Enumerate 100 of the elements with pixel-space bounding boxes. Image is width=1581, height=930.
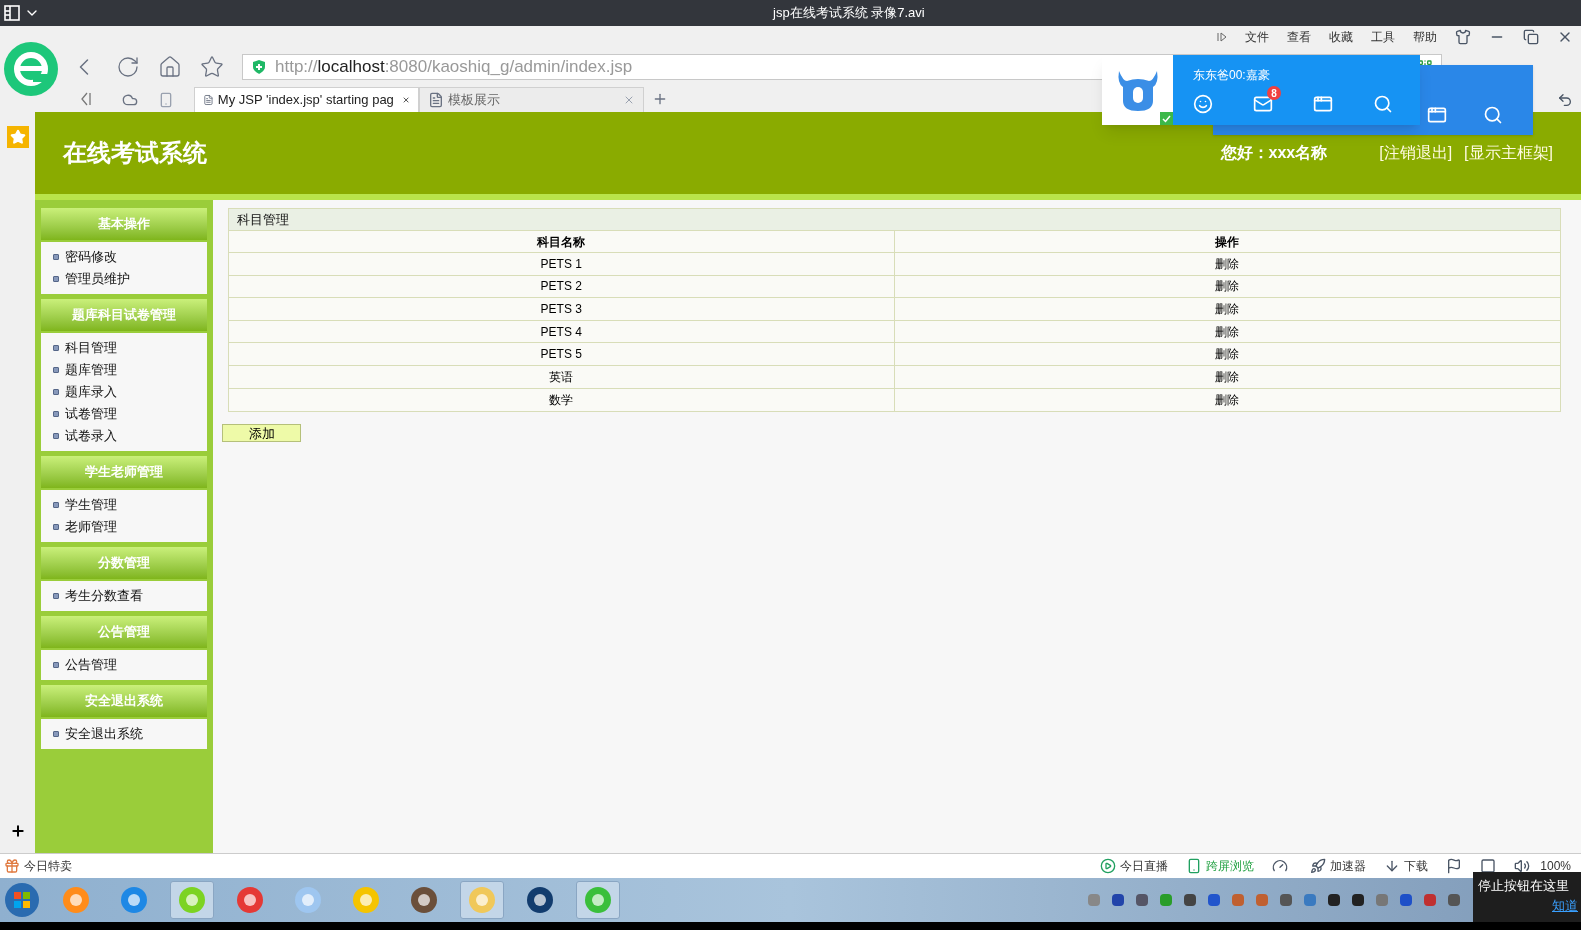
bullet-icon — [53, 502, 59, 508]
tooltip-link[interactable]: 知道 — [1552, 895, 1578, 915]
menu-item[interactable]: 帮助 — [1413, 28, 1437, 46]
delete-link[interactable]: 删除 — [1215, 322, 1240, 341]
greeting-text: 您好：xxx名称 — [1220, 143, 1328, 163]
bullet-icon — [53, 433, 59, 439]
system-title: 在线考试系统 — [63, 137, 207, 169]
status-link[interactable]: 跨屏浏览 — [1206, 857, 1255, 875]
column-header: 科目名称 — [229, 231, 895, 253]
panel-title: 科目管理 — [237, 210, 289, 229]
delete-link[interactable]: 删除 — [1215, 367, 1240, 386]
bullet-icon — [53, 524, 59, 530]
browser-logo-icon — [3, 41, 59, 97]
sidebar-toggle-icon[interactable] — [1217, 32, 1227, 42]
add-icon[interactable] — [9, 823, 26, 839]
bullet-icon — [53, 276, 59, 282]
table-cell: PETS 4 — [229, 320, 895, 344]
gauge-icon[interactable] — [1272, 858, 1289, 874]
skin-icon[interactable] — [1455, 29, 1471, 45]
bullet-icon — [53, 662, 59, 668]
sidebar-link[interactable]: 管理员维护 — [65, 269, 130, 289]
tray-icon[interactable] — [1446, 892, 1462, 908]
menu-item[interactable]: 工具 — [1371, 28, 1395, 46]
delete-link[interactable]: 删除 — [1215, 390, 1240, 409]
status-link[interactable]: 加速器 — [1330, 857, 1367, 875]
rocket-icon — [1310, 858, 1327, 874]
favorites-icon[interactable] — [6, 126, 29, 148]
bullet-icon — [53, 411, 59, 417]
add-button[interactable]: 添加 — [222, 424, 301, 443]
window-icon[interactable] — [1480, 858, 1497, 874]
restore-icon[interactable] — [1523, 29, 1539, 45]
bullet-icon — [53, 389, 59, 395]
browser-tab[interactable]: My JSP 'index.jsp' starting pag — [194, 87, 419, 112]
menu-item[interactable]: 文件 — [1245, 28, 1269, 46]
star-icon[interactable] — [200, 55, 224, 79]
shield-icon — [251, 59, 267, 75]
search-icon[interactable] — [1483, 105, 1503, 125]
tooltip-text: 停止按钮在这里 — [1478, 877, 1570, 895]
zoom-level[interactable]: 100% — [1540, 857, 1571, 875]
browser-tab[interactable]: 模板展示 — [419, 87, 644, 112]
tray-icon[interactable] — [1326, 892, 1342, 908]
tray-icon[interactable] — [1134, 892, 1150, 908]
sidebar-link[interactable]: 题库管理 — [65, 360, 117, 380]
tray-icon[interactable] — [1110, 892, 1126, 908]
page-icon — [203, 92, 214, 108]
reload-icon[interactable] — [116, 55, 140, 79]
play-icon — [1100, 858, 1117, 874]
undo-icon[interactable] — [1557, 92, 1573, 108]
sidebar-section-header: 基本操作 — [41, 208, 207, 242]
menu-item[interactable]: 查看 — [1287, 28, 1311, 46]
status-link[interactable]: 今日直播 — [1120, 857, 1169, 875]
sidebar-link[interactable]: 学生管理 — [65, 495, 117, 515]
delete-link[interactable]: 删除 — [1215, 254, 1240, 273]
column-header: 操作 — [894, 231, 1560, 253]
bullet-icon — [53, 345, 59, 351]
status-link[interactable]: 下载 — [1404, 857, 1429, 875]
tray-icon[interactable] — [1182, 892, 1198, 908]
start-button[interactable] — [4, 882, 40, 918]
table-cell: PETS 2 — [229, 275, 895, 299]
bullet-icon — [53, 254, 59, 260]
menu-item[interactable]: 收藏 — [1329, 28, 1353, 46]
delete-link[interactable]: 删除 — [1215, 277, 1240, 296]
sidebar-link[interactable]: 密码修改 — [65, 247, 117, 267]
search-icon[interactable] — [1373, 94, 1393, 114]
table-cell: 英语 — [229, 365, 895, 389]
sidebar-link[interactable]: 老师管理 — [65, 517, 117, 537]
sidebar-link[interactable]: 科目管理 — [65, 338, 117, 358]
home-icon[interactable] — [158, 55, 182, 79]
tray-icon[interactable] — [1278, 892, 1294, 908]
sidebar-section-header: 安全退出系统 — [41, 685, 207, 719]
sidebar-section-header: 分数管理 — [41, 547, 207, 581]
page-icon — [428, 92, 444, 108]
new-tab-icon[interactable] — [652, 91, 668, 107]
delete-link[interactable]: 删除 — [1215, 300, 1240, 318]
tray-icon[interactable] — [1350, 892, 1366, 908]
sidebar-link[interactable]: 试卷录入 — [65, 426, 117, 446]
mail-icon[interactable] — [1253, 94, 1273, 114]
cloud-icon[interactable] — [122, 92, 138, 108]
sidebar-section-header: 公告管理 — [41, 616, 207, 650]
tray-icon[interactable] — [1206, 892, 1222, 908]
sidebar-section-header: 题库科目试卷管理 — [41, 299, 207, 333]
sidebar-section-header: 学生老师管理 — [41, 456, 207, 490]
table-cell: PETS 3 — [229, 298, 895, 321]
film-icon — [4, 5, 20, 21]
gift-icon[interactable] — [4, 858, 20, 874]
sidebar-link[interactable]: 题库录入 — [65, 382, 117, 402]
table-cell: PETS 1 — [229, 253, 895, 276]
smile-icon[interactable] — [1193, 94, 1213, 114]
flag-icon[interactable] — [1446, 858, 1463, 874]
mail-badge: 8 — [1267, 86, 1281, 100]
collapse-left-icon[interactable] — [80, 92, 92, 106]
delete-link[interactable]: 删除 — [1215, 345, 1240, 364]
table-cell: 数学 — [229, 388, 895, 412]
url-text: http://localhost:8080/kaoshiq_g/admin/index.jsp — [275, 56, 633, 79]
sidebar-link[interactable]: 试卷管理 — [65, 404, 117, 424]
volume-icon[interactable] — [1514, 858, 1531, 874]
close-icon[interactable] — [401, 94, 410, 106]
table-cell: PETS 5 — [229, 343, 895, 366]
status-link[interactable]: 今日特卖 — [24, 857, 72, 875]
phone-icon[interactable] — [158, 92, 174, 108]
